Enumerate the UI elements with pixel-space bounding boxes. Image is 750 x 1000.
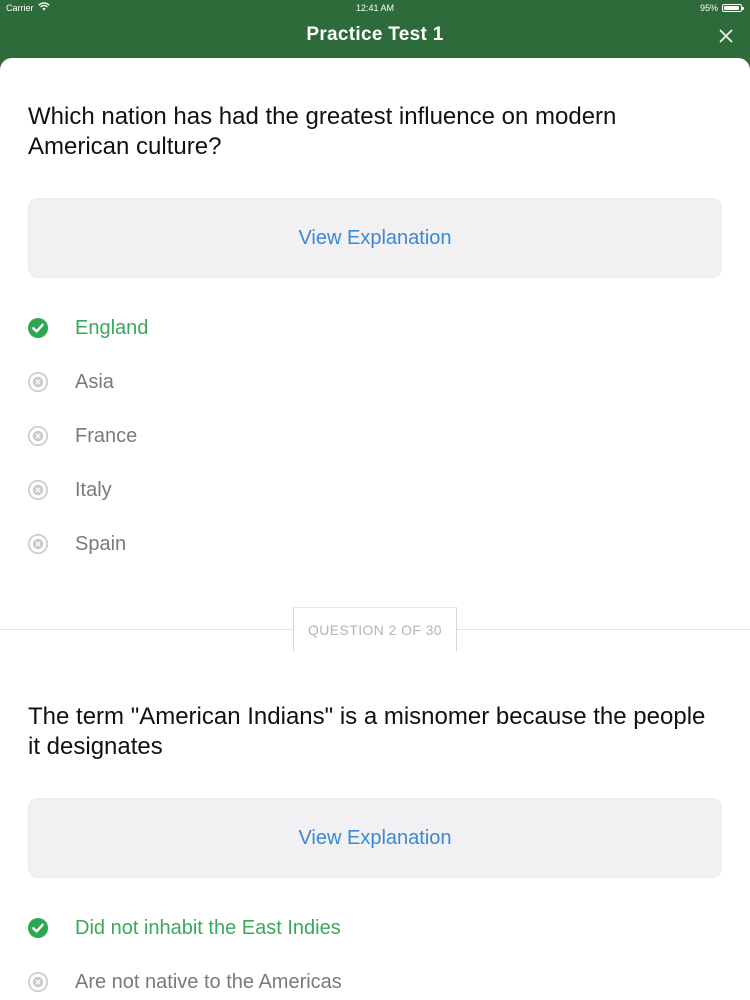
- content-sheet: Which nation has had the greatest influe…: [0, 58, 750, 1000]
- battery-icon: [722, 4, 744, 12]
- x-circle-icon: [28, 480, 48, 500]
- x-circle-icon: [28, 426, 48, 446]
- check-circle-icon: [28, 318, 48, 338]
- battery-fill: [724, 6, 740, 10]
- x-circle-icon: [28, 372, 48, 392]
- answer-option-not-native[interactable]: Are not native to the Americas: [28, 955, 722, 1000]
- page-title: Practice Test 1: [306, 24, 444, 45]
- answer-option-asia[interactable]: Asia: [28, 355, 722, 409]
- question-block-2: The term "American Indians" is a misnome…: [28, 702, 718, 762]
- view-explanation-button[interactable]: View Explanation: [28, 198, 722, 278]
- answer-option-england[interactable]: England: [28, 301, 722, 355]
- answer-option-italy[interactable]: Italy: [28, 463, 722, 517]
- answer-list: Did not inhabit the East Indies Are not …: [28, 901, 722, 1000]
- answer-label: Italy: [75, 478, 112, 501]
- answer-option-east-indies[interactable]: Did not inhabit the East Indies: [28, 901, 722, 955]
- answer-label: Are not native to the Americas: [75, 970, 342, 993]
- answer-label: Spain: [75, 532, 127, 555]
- question-block-1: Which nation has had the greatest influe…: [28, 102, 718, 162]
- question-text: Which nation has had the greatest influe…: [28, 103, 617, 160]
- answer-label: England: [75, 316, 149, 339]
- answer-option-france[interactable]: France: [28, 409, 722, 463]
- status-battery: 95%: [699, 0, 744, 16]
- close-icon: [719, 29, 733, 48]
- answer-list: England Asia France Italy Spain: [28, 301, 722, 571]
- close-button[interactable]: [710, 22, 742, 54]
- status-bar: Carrier 12:41 AM 95%: [0, 0, 750, 16]
- answer-label: Did not inhabit the East Indies: [75, 916, 341, 939]
- x-circle-icon: [28, 972, 48, 992]
- status-time: 12:41 AM: [355, 3, 395, 13]
- check-circle-icon: [28, 918, 48, 938]
- view-explanation-button[interactable]: View Explanation: [28, 798, 722, 878]
- question-text: The term "American Indians" is a misnome…: [28, 703, 706, 760]
- nav-bar: Practice Test 1: [0, 16, 750, 60]
- battery-percent: 95%: [699, 3, 718, 13]
- question-counter: QUESTION 2 OF 30: [293, 607, 457, 651]
- answer-label: Asia: [75, 370, 114, 393]
- answer-label: France: [75, 424, 138, 447]
- answer-option-spain[interactable]: Spain: [28, 517, 722, 571]
- x-circle-icon: [28, 534, 48, 554]
